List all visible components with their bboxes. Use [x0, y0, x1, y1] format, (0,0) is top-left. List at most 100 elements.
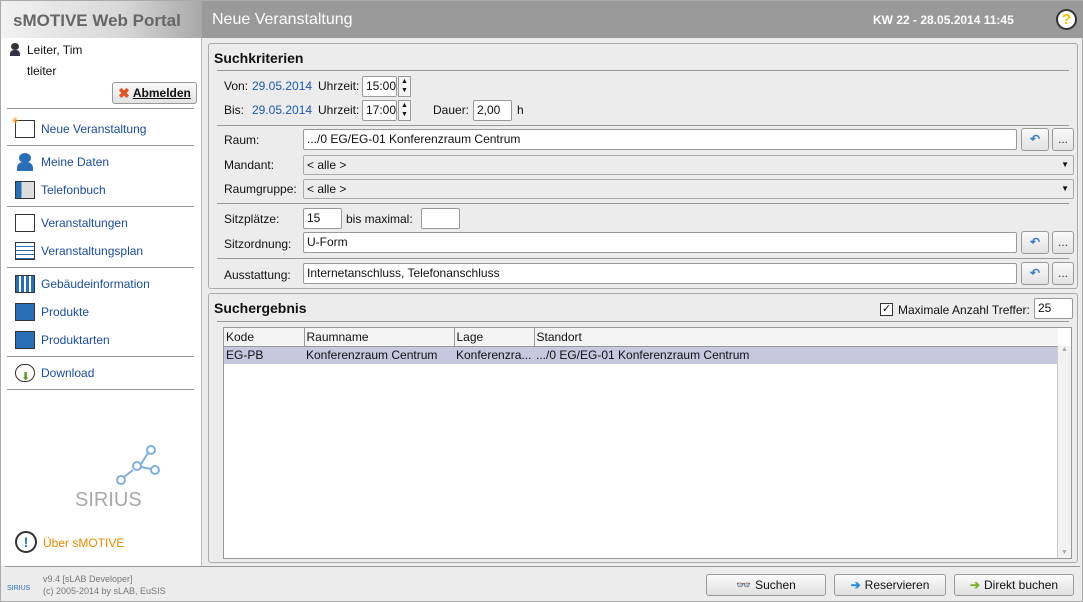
copyright-text: (c) 2005-2014 by sLAB, EuSIS — [43, 586, 166, 596]
logout-label: Abmelden — [132, 86, 191, 100]
raum-input[interactable]: .../0 EG/EG-01 Konferenzraum Centrum — [303, 129, 1017, 150]
ausstattung-browse-button[interactable]: ... — [1052, 262, 1074, 285]
max-hits-checkbox[interactable]: ✓ — [880, 303, 893, 316]
user-icon — [15, 153, 35, 171]
raum-browse-button[interactable]: ... — [1052, 128, 1074, 151]
column-header-kode[interactable]: Kode — [224, 328, 305, 347]
user-login: tleiter — [27, 64, 57, 78]
dauer-label: Dauer: — [433, 103, 470, 117]
sitzordnung-browse-button[interactable]: ... — [1052, 231, 1074, 254]
sidebar-item-neue-veranstaltung[interactable]: ✳ Neue Veranstaltung — [11, 116, 147, 140]
bis-time-input[interactable]: 17:00 — [362, 100, 397, 121]
phonebook-icon — [15, 181, 35, 199]
search-label: Suchen — [755, 578, 796, 592]
bis-time-spinner[interactable]: ▲ ▼ — [398, 100, 411, 121]
sidebar-item-download[interactable]: ⬇ Download — [15, 362, 94, 384]
undo-icon: ↶ — [1029, 266, 1041, 280]
reset-raum-button[interactable]: ↶ — [1021, 128, 1049, 151]
info-icon: ! — [15, 531, 37, 553]
arrow-right-icon: ➔ — [969, 578, 980, 592]
uhrzeit-label: Uhrzeit: — [318, 79, 360, 93]
raumgruppe-select[interactable]: < alle > — [303, 179, 1074, 199]
book-directly-button[interactable]: ➔ Direkt buchen — [954, 574, 1074, 596]
panel-title: Suchergebnis — [214, 300, 307, 316]
search-results-panel: Suchergebnis ✓ Maximale Anzahl Treffer: … — [208, 293, 1078, 563]
footer-sirius-logo: SIRIUS — [7, 585, 31, 592]
reserve-label: Reservieren — [864, 578, 930, 592]
help-icon[interactable]: ? — [1056, 9, 1077, 30]
von-time-spinner[interactable]: ▲ ▼ — [398, 76, 411, 97]
sidebar-label: Gebäudeinformation — [41, 277, 150, 291]
sitzplaetze-label: Sitzplätze: — [224, 212, 280, 226]
sitzordnung-input[interactable]: U-Form — [303, 232, 1017, 253]
vertical-scrollbar[interactable]: ▲ ▼ — [1057, 346, 1071, 558]
sidebar-item-produkte[interactable]: Produkte — [15, 301, 89, 323]
sidebar: Leiter, Tim tleiter ✖ Abmelden ✳ Neue Vera… — [1, 38, 202, 566]
sidebar-label: Neue Veranstaltung — [41, 122, 147, 136]
sitzordnung-label: Sitzordnung: — [224, 237, 292, 251]
bis-maximal-label: bis maximal: — [346, 212, 413, 226]
panel-title: Suchkriterien — [214, 50, 304, 66]
page-title: Neue Veranstaltung — [212, 11, 353, 28]
sidebar-label: Download — [41, 366, 95, 380]
sidebar-item-telefonbuch[interactable]: Telefonbuch — [15, 179, 106, 201]
mandant-label: Mandant: — [224, 158, 275, 172]
cell-standort: .../0 EG/EG-01 Konferenzraum Centrum — [536, 348, 750, 363]
ausstattung-input[interactable]: Internetanschluss, Telefonanschluss — [303, 263, 1017, 284]
arrow-right-icon: ➔ — [850, 578, 861, 592]
reserve-button[interactable]: ➔ Reservieren — [834, 574, 946, 596]
von-date-link[interactable]: 29.05.2014 — [252, 79, 312, 93]
sidebar-label: Veranstaltungsplan — [41, 244, 144, 258]
column-header-standort[interactable]: Standort — [534, 328, 1058, 347]
sidebar-label: Veranstaltungen — [41, 216, 128, 230]
sidebar-label: Telefonbuch — [41, 183, 106, 197]
undo-icon: ↶ — [1029, 132, 1041, 146]
user-icon — [10, 43, 20, 56]
cell-kode: EG-PB — [226, 348, 264, 363]
about-link[interactable]: Über sMOTIVE — [43, 536, 124, 550]
search-criteria-panel: Suchkriterien Von: 29.05.2014 Uhrzeit: 1… — [208, 43, 1078, 289]
sidebar-item-meine-daten[interactable]: Meine Daten — [15, 151, 109, 173]
product-types-icon — [15, 331, 35, 349]
book-label: Direkt buchen — [984, 578, 1059, 592]
cell-raumname: Konferenzraum Centrum — [306, 348, 438, 363]
datetime: KW 22 - 28.05.2014 11:45 — [873, 13, 1014, 27]
von-time-input[interactable]: 15:00 — [362, 76, 397, 97]
sidebar-item-veranstaltungsplan[interactable]: Veranstaltungsplan — [15, 240, 143, 262]
column-header-raumname[interactable]: Raumname — [304, 328, 455, 347]
presentation-icon — [15, 214, 35, 232]
building-icon — [15, 275, 35, 293]
dauer-input[interactable]: 2,00 — [473, 100, 512, 121]
sidebar-item-produktarten[interactable]: Produktarten — [15, 329, 110, 351]
raum-label: Raum: — [224, 133, 260, 147]
max-hits-input[interactable]: 25 — [1034, 298, 1073, 319]
raumgruppe-label: Raumgruppe: — [224, 182, 297, 196]
user-name: Leiter, Tim — [27, 43, 83, 57]
sidebar-label: Meine Daten — [41, 155, 110, 169]
version-text: v9.4 [sLAB Developer] — [43, 574, 133, 584]
mandant-select[interactable]: < alle > — [303, 155, 1074, 175]
sitzplaetze-input[interactable]: 15 — [303, 208, 342, 229]
sidebar-item-veranstaltungen[interactable]: Veranstaltungen — [15, 212, 128, 234]
reset-sitzordnung-button[interactable]: ↶ — [1021, 231, 1049, 254]
close-icon: ✖ — [118, 84, 130, 101]
table-row[interactable]: EG-PB Konferenzraum Centrum Konferenzra.… — [224, 346, 1058, 364]
bis-date-link[interactable]: 29.05.2014 — [252, 103, 312, 117]
logo-text: SIRIUS — [75, 489, 142, 511]
results-table: Kode Raumname Lage Standort EG-PB Konfer… — [223, 327, 1072, 559]
logout-button[interactable]: ✖ Abmelden — [112, 82, 197, 104]
sidebar-label: Produkte — [41, 305, 90, 319]
cell-lage: Konferenzra... — [456, 348, 532, 363]
ausstattung-label: Ausstattung: — [224, 268, 291, 282]
bis-maximal-input[interactable] — [421, 208, 460, 229]
reset-ausstattung-button[interactable]: ↶ — [1021, 262, 1049, 285]
column-header-lage[interactable]: Lage — [454, 328, 535, 347]
search-button[interactable]: 👓 Suchen — [706, 574, 826, 596]
undo-icon: ↶ — [1029, 235, 1041, 249]
dauer-unit: h — [517, 103, 524, 117]
download-icon: ⬇ — [15, 364, 35, 383]
von-label: Von: — [224, 79, 249, 93]
sidebar-item-gebaeudeinformation[interactable]: Gebäudeinformation — [15, 273, 150, 295]
brand-title: sMOTIVE Web Portal — [1, 1, 202, 38]
presentation-new-icon: ✳ — [11, 116, 35, 138]
